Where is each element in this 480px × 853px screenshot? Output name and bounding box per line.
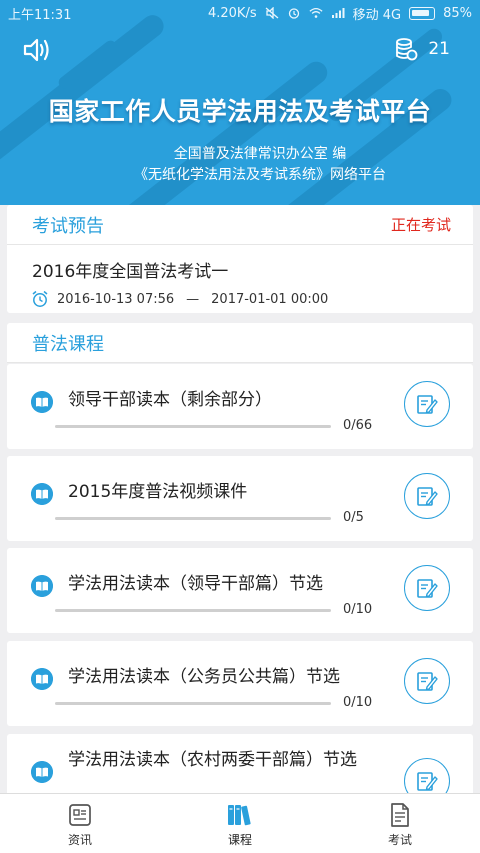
network-speed: 4.20K/s xyxy=(207,5,257,21)
courses-section-header: 普法课程 xyxy=(7,323,473,363)
course-name: 学法用法读本（农村两委干部篇）节选 xyxy=(68,750,357,770)
book-icon xyxy=(31,575,53,597)
status-bar: 上午11:31 4.20K/s 移动 4G 85% xyxy=(0,0,480,26)
battery-level: 85% xyxy=(443,5,472,21)
study-button[interactable] xyxy=(404,658,450,704)
news-icon xyxy=(69,804,91,826)
exam-time-range: 2016-10-13 07:56 — 2017-01-01 00:00 xyxy=(7,282,473,308)
signal-icon xyxy=(331,8,345,18)
course-name: 2015年度普法视频课件 xyxy=(68,482,248,502)
time-separator: — xyxy=(186,291,200,307)
mute-icon xyxy=(265,7,279,19)
course-progress-bar xyxy=(55,702,331,705)
books-icon xyxy=(228,805,251,826)
coin-count: 21 xyxy=(428,39,450,59)
study-button[interactable] xyxy=(404,565,450,611)
course-progress-bar xyxy=(55,609,331,612)
coin-balance[interactable]: 21 xyxy=(394,37,450,61)
exam-status-badge: 正在考试 xyxy=(390,216,451,234)
edit-notes-icon xyxy=(417,672,438,691)
course-progress-count: 0/66 xyxy=(343,418,373,433)
book-icon xyxy=(31,761,53,783)
edit-notes-icon xyxy=(417,772,438,791)
alarm-clock-icon xyxy=(32,290,48,307)
tab-courses-label: 课程 xyxy=(227,833,252,847)
course-name: 学法用法读本（领导干部篇）节选 xyxy=(68,574,323,594)
study-button[interactable] xyxy=(404,473,450,519)
course-progress-count: 0/5 xyxy=(343,510,364,525)
course-item[interactable]: 2015年度普法视频课件 0/5 xyxy=(7,456,473,541)
edit-notes-icon xyxy=(417,487,438,506)
exam-preview-title: 考试预告 xyxy=(32,215,104,237)
page-title: 国家工作人员学法用法及考试平台 xyxy=(48,97,432,126)
tab-exam-label: 考试 xyxy=(387,833,412,847)
course-item[interactable]: 领导干部读本（剩余部分） 0/66 xyxy=(7,364,473,449)
book-icon xyxy=(31,483,53,505)
tab-news[interactable]: 资讯 xyxy=(0,794,160,853)
platform-label: 《无纸化学法用法及考试系统》网络平台 xyxy=(134,167,386,183)
wifi-icon xyxy=(309,8,323,18)
course-name: 学法用法读本（公务员公共篇）节选 xyxy=(68,667,340,687)
course-progress-bar xyxy=(55,425,331,428)
book-icon xyxy=(31,668,53,690)
book-icon xyxy=(31,391,53,413)
exam-preview-card[interactable]: 考试预告 正在考试 2016年度全国普法考试一 2016-10-13 07:56… xyxy=(7,205,473,313)
course-item[interactable]: 学法用法读本（公务员公共篇）节选 0/10 xyxy=(7,641,473,726)
status-time: 上午11:31 xyxy=(8,7,72,23)
carrier-label: 移动 4G xyxy=(352,7,402,23)
tab-courses[interactable]: 课程 xyxy=(160,794,320,853)
course-progress-count: 0/10 xyxy=(343,695,373,710)
tab-exam[interactable]: 考试 xyxy=(320,794,480,853)
alarm-icon xyxy=(288,8,299,19)
app-header: 上午11:31 4.20K/s 移动 4G 85% 21 国家工作人员学法用法及… xyxy=(0,0,480,205)
edit-notes-icon xyxy=(417,395,438,414)
coins-icon xyxy=(396,38,418,61)
course-progress-bar xyxy=(55,517,331,520)
course-item[interactable]: 学法用法读本（领导干部篇）节选 0/10 xyxy=(7,548,473,633)
course-name: 领导干部读本（剩余部分） xyxy=(68,390,272,410)
bottom-tab-bar: 资讯 课程 考试 xyxy=(0,793,480,853)
battery-icon xyxy=(409,6,436,20)
speaker-icon[interactable] xyxy=(22,36,52,64)
exam-end-time: 2017-01-01 00:00 xyxy=(211,291,329,307)
course-progress-count: 0/10 xyxy=(343,602,373,617)
exam-paper-icon xyxy=(391,803,409,827)
publisher-label: 全国普及法律常识办公室 编 xyxy=(173,146,347,162)
exam-name: 2016年度全国普法考试一 xyxy=(32,262,229,282)
study-button[interactable] xyxy=(404,381,450,427)
tab-news-label: 资讯 xyxy=(67,833,92,847)
courses-title: 普法课程 xyxy=(32,333,104,355)
edit-notes-icon xyxy=(417,579,438,598)
course-item[interactable]: 学法用法读本（农村两委干部篇）节选 xyxy=(7,734,473,804)
exam-start-time: 2016-10-13 07:56 xyxy=(57,291,175,307)
